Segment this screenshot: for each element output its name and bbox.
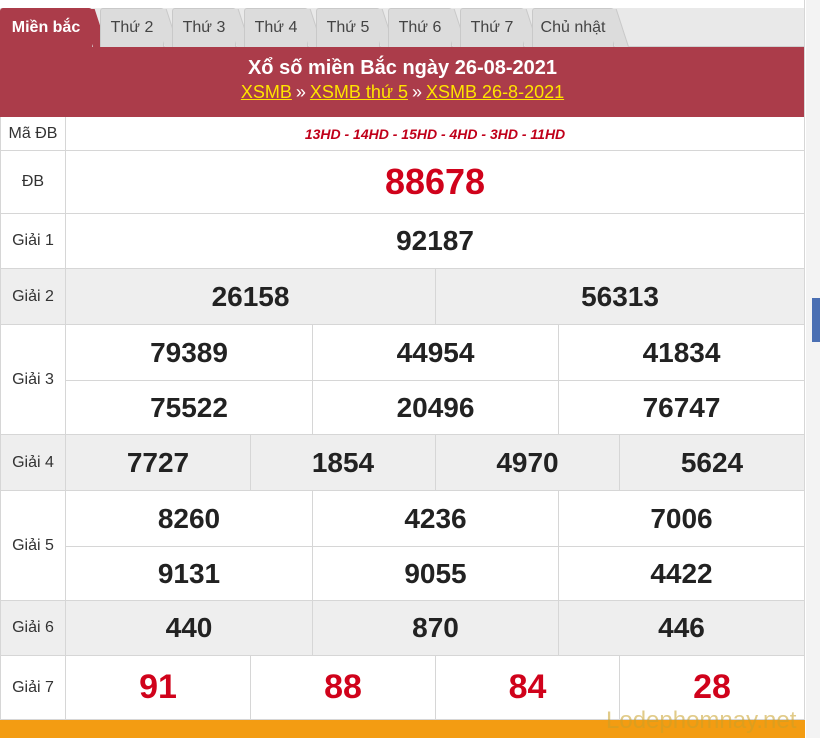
prize-number: 92187 — [396, 225, 474, 256]
prize-number: 446 — [558, 601, 804, 655]
row-giai-1: Giải 1 92187 — [0, 214, 805, 269]
prize-number: 4422 — [558, 546, 804, 601]
breadcrumb-separator: » — [412, 82, 423, 102]
prize-number: 4236 — [312, 491, 558, 546]
prize-number: 870 — [312, 601, 558, 655]
prize-number: 88 — [250, 656, 435, 719]
tab-thu-4[interactable]: Thứ 4 — [244, 8, 324, 48]
row-label: Mã ĐB — [0, 117, 66, 150]
row-label: Giải 6 — [0, 601, 66, 655]
tab-thu-7[interactable]: Thứ 7 — [460, 8, 540, 48]
results-header: Xổ số miền Bắc ngày 26-08-2021 XSMB» XSMB… — [0, 47, 805, 117]
prize-number: 44954 — [312, 325, 558, 380]
row-giai-db: ĐB 88678 — [0, 151, 805, 214]
row-label: ĐB — [0, 151, 66, 213]
row-label: Giải 4 — [0, 435, 66, 490]
prize-number: 4970 — [435, 435, 619, 490]
row-giai-6: Giải 6 440 870 446 — [0, 601, 805, 656]
table-right-border — [804, 0, 805, 720]
tab-thu-6[interactable]: Thứ 6 — [388, 8, 468, 48]
tab-mien-bac[interactable]: Miền bắc — [0, 8, 108, 48]
top-strip — [0, 0, 820, 8]
prize-number: 56313 — [435, 269, 804, 324]
prize-number: 440 — [165, 612, 213, 643]
row-label: Giải 2 — [0, 269, 66, 324]
prize-number: 88678 — [384, 161, 486, 202]
prize-number: 8260 — [157, 502, 221, 534]
tab-thu-5[interactable]: Thứ 5 — [316, 8, 396, 48]
row-ma-db: Mã ĐB 13HD - 14HD - 15HD - 4HD - 3HD - 1… — [0, 117, 805, 151]
prize-number: 79389 — [150, 336, 228, 368]
row-giai-3: Giải 3 79389 44954 41834 75522 20496 767… — [0, 325, 805, 435]
prize-number: 41834 — [558, 325, 804, 380]
prize-number: 9131 — [157, 557, 221, 589]
row-giai-5: Giải 5 8260 4236 7006 9131 9055 4422 — [0, 491, 805, 601]
prize-number: 84 — [435, 656, 619, 719]
page-title: Xổ số miền Bắc ngày 26-08-2021 — [247, 57, 558, 79]
page-side-area — [806, 0, 820, 738]
tab-chu-nhat[interactable]: Chủ nhật — [532, 8, 630, 48]
prize-number: 26158 — [211, 280, 290, 312]
row-label: Giải 1 — [0, 214, 66, 268]
prize-number: 5624 — [619, 435, 804, 490]
row-giai-2: Giải 2 26158 56313 — [0, 269, 805, 325]
prize-number: 9055 — [312, 546, 558, 601]
prize-number: 7727 — [126, 446, 190, 478]
ma-db-value: 13HD - 14HD - 15HD - 4HD - 3HD - 11HD — [304, 125, 566, 142]
day-tabs: Miền bắc Thứ 2 Thứ 3 Thứ 4 Thứ 5 Thứ 6 T… — [0, 8, 805, 48]
prize-number: 7006 — [558, 491, 804, 546]
breadcrumb-xsmb-thu-5[interactable]: XSMB thứ 5 — [310, 82, 408, 102]
row-label: Giải 3 — [0, 325, 66, 434]
tab-thu-3[interactable]: Thứ 3 — [172, 8, 252, 48]
prize-number: 75522 — [150, 391, 228, 423]
breadcrumb-xsmb-date[interactable]: XSMB 26-8-2021 — [426, 82, 564, 102]
breadcrumb-xsmb[interactable]: XSMB — [241, 82, 292, 102]
prize-number: 76747 — [558, 380, 804, 435]
prize-number: 91 — [139, 668, 177, 706]
watermark-text: Lodephomnay.net — [606, 707, 797, 734]
side-floating-tab[interactable] — [812, 298, 820, 342]
breadcrumb: XSMB» XSMB thứ 5» XSMB 26-8-2021 — [0, 82, 805, 103]
row-giai-4: Giải 4 7727 1854 4970 5624 — [0, 435, 805, 491]
page: Miền bắc Thứ 2 Thứ 3 Thứ 4 Thứ 5 Thứ 6 T… — [0, 0, 820, 738]
row-label: Giải 5 — [0, 491, 66, 600]
prize-number: 20496 — [312, 380, 558, 435]
prize-number: 1854 — [250, 435, 435, 490]
row-label: Giải 7 — [0, 656, 66, 719]
breadcrumb-separator: » — [295, 82, 306, 102]
tab-thu-2[interactable]: Thứ 2 — [100, 8, 180, 48]
